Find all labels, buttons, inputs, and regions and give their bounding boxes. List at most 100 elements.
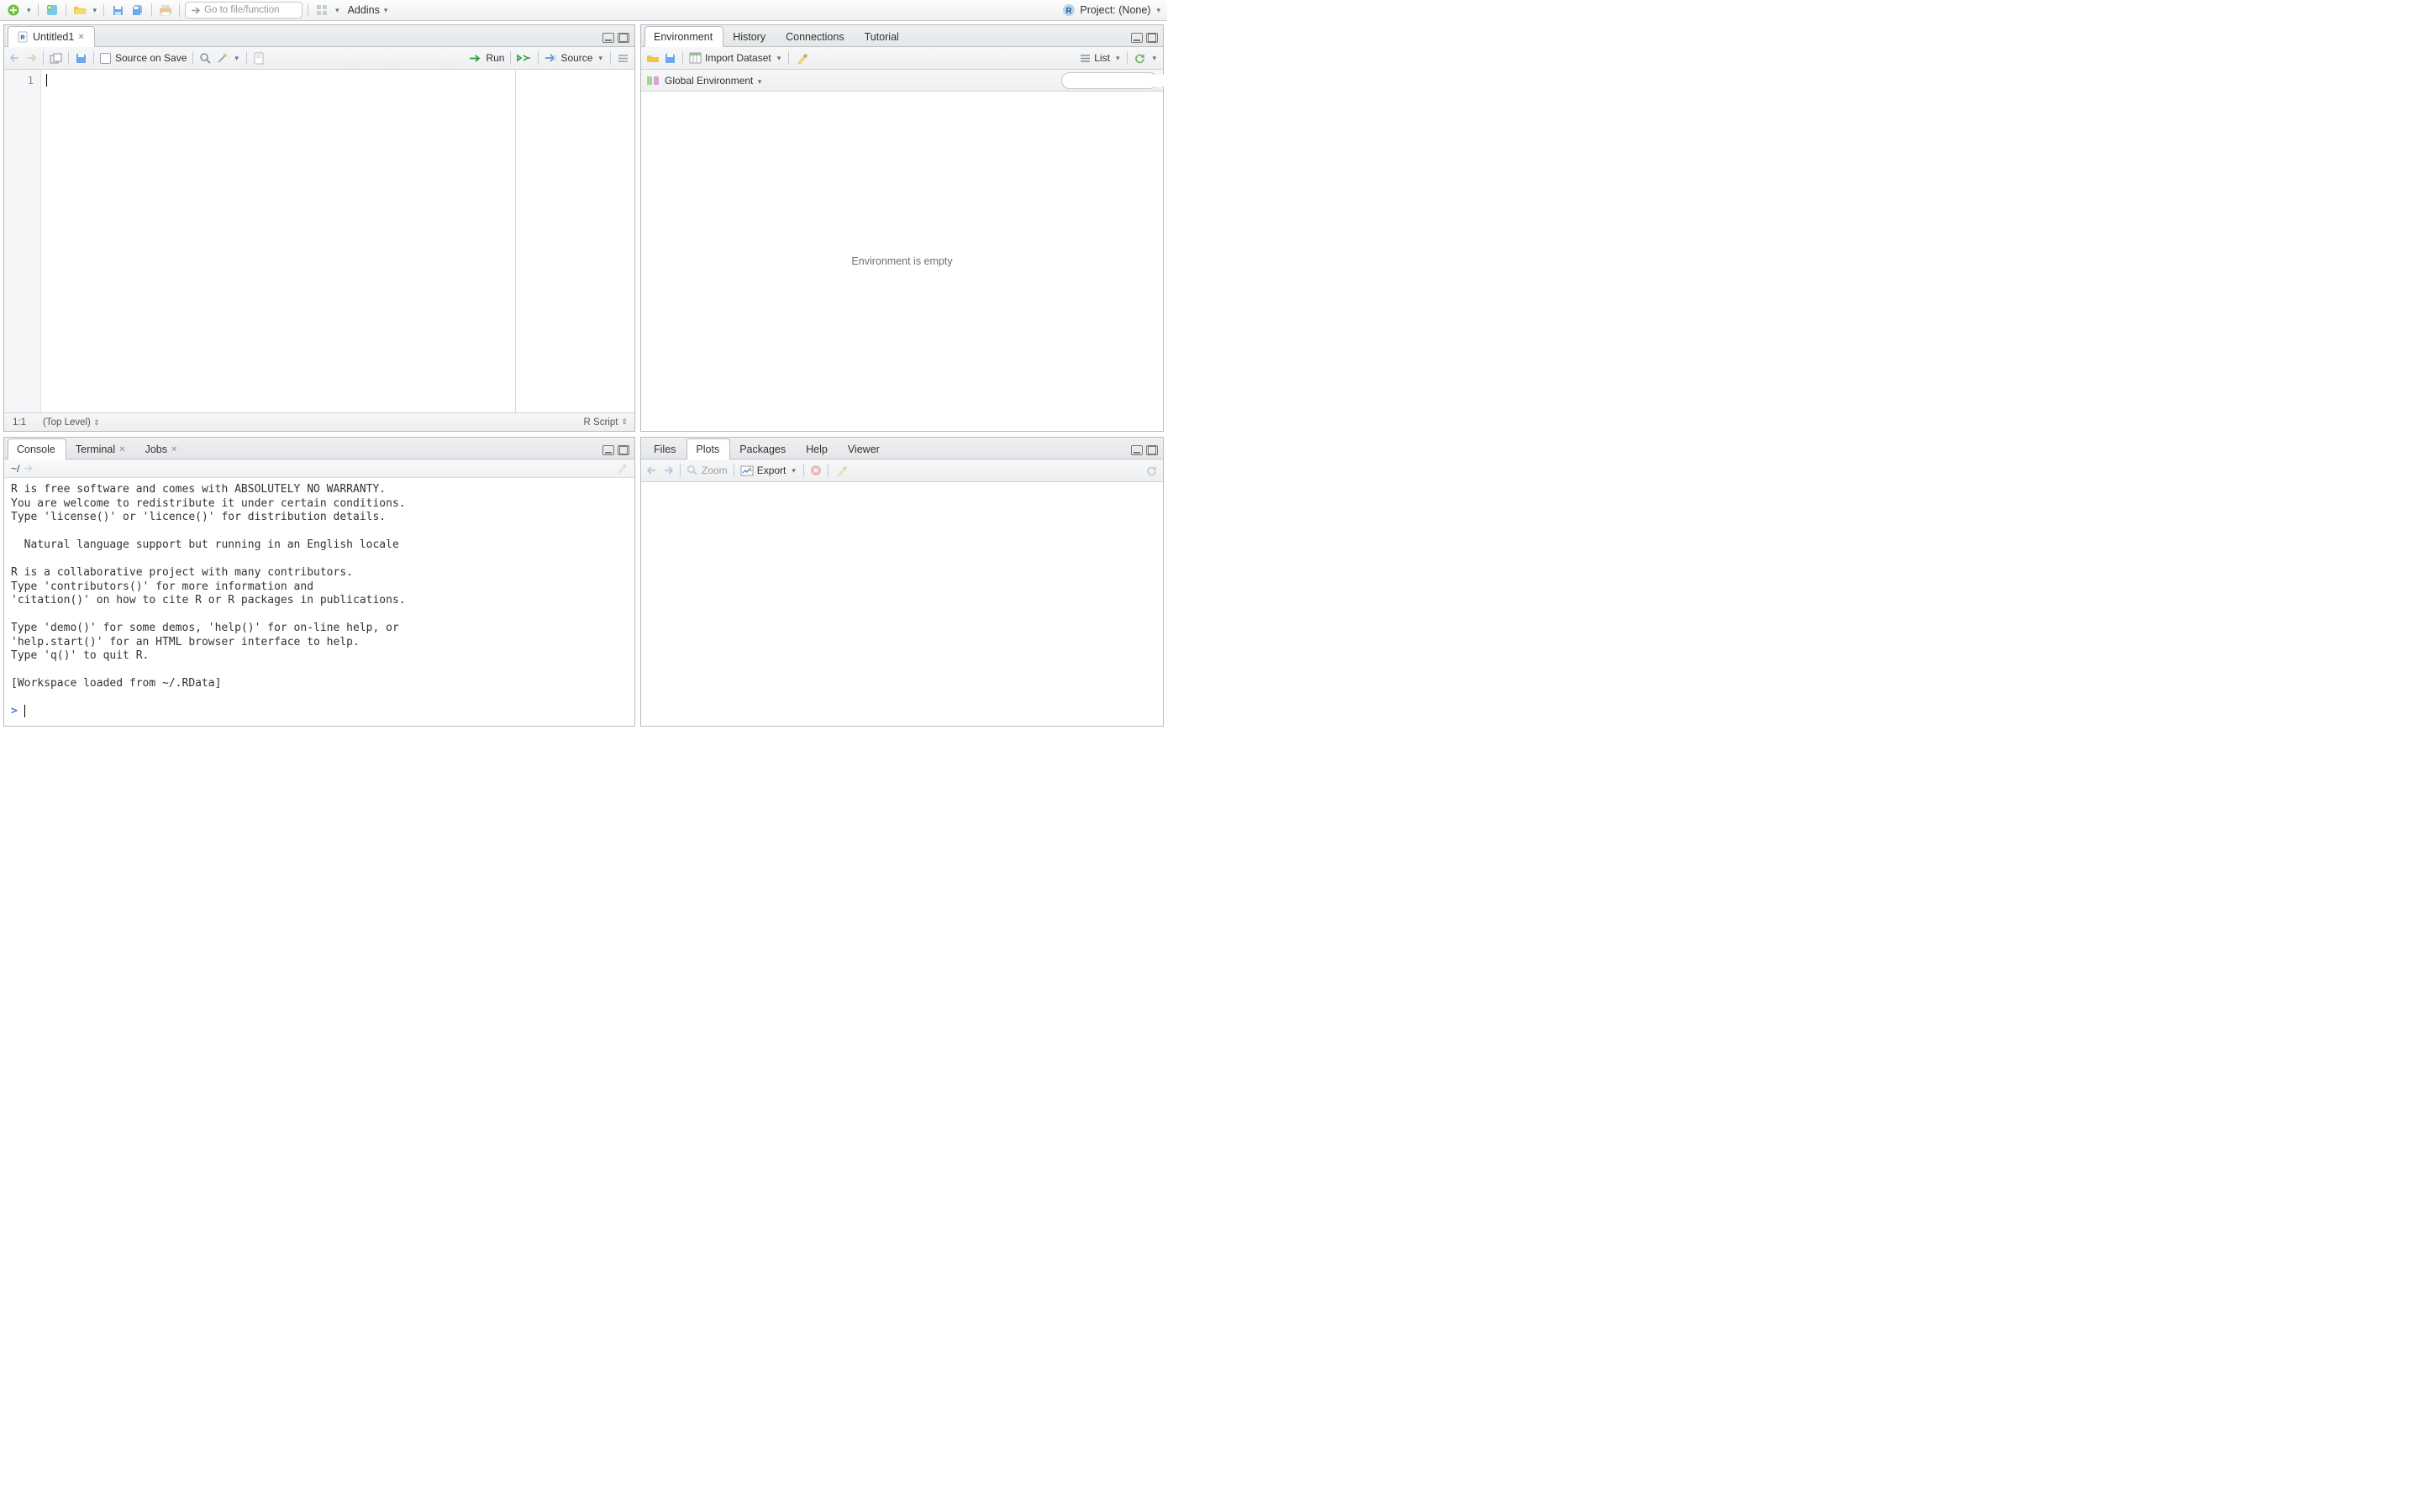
back-icon[interactable] [9,53,21,63]
grid-icon[interactable] [313,2,330,18]
tab-help[interactable]: Help [797,438,839,459]
file-type-picker[interactable]: R Script ⇕ [584,417,626,428]
close-icon[interactable]: × [171,444,176,454]
forward-icon[interactable] [25,53,37,63]
scope-icon [646,75,660,87]
clear-console-icon[interactable] [614,462,628,475]
source-tabs: R Untitled1 × [4,25,634,47]
tab-history[interactable]: History [723,26,776,47]
save-all-icon[interactable] [129,2,146,18]
tab-plots[interactable]: Plots [687,438,730,459]
source-on-save-checkbox[interactable] [100,53,111,64]
env-empty-message: Environment is empty [641,92,1163,431]
tab-terminal[interactable]: Terminal × [66,438,136,459]
new-project-icon[interactable] [44,2,60,18]
maximize-icon[interactable] [618,33,629,43]
find-icon[interactable] [199,52,212,65]
goto-arrow-icon [191,6,201,15]
cursor-position[interactable]: 1:1 [13,417,26,428]
r-logo-icon: R [1062,3,1076,17]
env-search-input[interactable] [1061,72,1158,89]
wand-icon[interactable] [216,52,229,65]
plot-back-icon[interactable] [646,465,658,475]
report-icon[interactable] [253,52,265,65]
zoom-button[interactable]: Zoom [687,465,728,476]
addins-menu[interactable]: Addins▾ [345,4,393,16]
svg-text:R: R [21,35,25,41]
save-icon[interactable] [109,2,126,18]
minimize-icon[interactable] [1131,445,1143,455]
minimize-icon[interactable] [1131,33,1143,43]
export-button[interactable]: Export [740,465,786,476]
console-output[interactable]: R is free software and comes with ABSOLU… [4,478,634,726]
env-tabs: Environment History Connections Tutorial [641,25,1163,47]
refresh-icon[interactable] [1134,52,1146,65]
tab-files[interactable]: Files [644,438,687,459]
open-recent-menu-icon[interactable]: ▾ [92,6,99,15]
clear-workspace-icon[interactable] [795,52,808,65]
new-file-menu-icon[interactable]: ▾ [25,6,33,15]
import-menu-icon[interactable]: ▾ [776,54,783,63]
console-prompt: > [11,705,18,717]
wand-menu-icon[interactable]: ▾ [233,54,240,63]
project-menu[interactable]: R Project: (None)▾ [1062,3,1162,17]
tab-console[interactable]: Console [8,438,66,459]
goto-file-input[interactable]: Go to file/function [185,2,302,18]
new-file-icon[interactable] [5,2,22,18]
run-button[interactable]: Run [469,52,504,64]
maximize-icon[interactable] [1146,33,1158,43]
plot-forward-icon[interactable] [662,465,674,475]
close-icon[interactable]: × [78,32,83,42]
console-working-dir[interactable]: ~/ [11,463,19,475]
refresh-plot-icon[interactable] [1145,465,1158,477]
list-view-picker[interactable]: List [1080,52,1110,64]
clear-plots-icon[interactable] [834,465,848,477]
source-menu-icon[interactable]: ▾ [597,54,604,63]
save-source-icon[interactable] [75,52,87,65]
line-gutter: 1 [4,70,41,412]
outline-icon[interactable] [617,53,629,64]
tab-environment[interactable]: Environment [644,26,723,47]
goto-dir-icon[interactable] [23,464,34,473]
plots-tabs: Files Plots Packages Help Viewer [641,438,1163,459]
import-dataset-button[interactable]: Import Dataset [689,52,771,64]
tab-packages[interactable]: Packages [730,438,797,459]
main-toolbar: ▾ ▾ Go to file/function ▾ Addins▾ R Proj… [0,0,1167,21]
source-tab-untitled1[interactable]: R Untitled1 × [8,26,95,47]
close-icon[interactable]: × [119,444,124,454]
rerun-icon[interactable] [517,53,532,63]
console-pathbar: ~/ [4,459,634,478]
source-on-save-label[interactable]: Source on Save [115,52,187,64]
console-pane: Console Terminal × Jobs × ~/ R is free s… [3,437,635,727]
goto-placeholder: Go to file/function [204,5,280,15]
svg-text:R: R [1066,7,1073,16]
remove-plot-icon[interactable] [810,465,822,476]
margin-ruler [515,70,516,412]
list-menu-icon[interactable]: ▾ [1114,54,1122,63]
minimize-icon[interactable] [602,33,614,43]
save-workspace-icon[interactable] [664,52,676,65]
tab-connections[interactable]: Connections [776,26,855,47]
refresh-menu-icon[interactable]: ▾ [1150,54,1158,63]
maximize-icon[interactable] [618,445,629,455]
popout-icon[interactable] [50,53,62,64]
editor-text[interactable] [41,70,634,412]
scope-picker[interactable]: Global Environment ▾ [665,75,763,87]
scope-picker[interactable]: (Top Level) ⇕ [43,417,98,428]
minimize-icon[interactable] [602,445,614,455]
source-statusbar: 1:1 (Top Level) ⇕ R Script ⇕ [4,412,634,431]
open-file-icon[interactable] [71,2,88,18]
source-button[interactable]: Source [544,52,592,64]
export-menu-icon[interactable]: ▾ [790,466,797,475]
grid-menu-icon[interactable]: ▾ [334,6,341,15]
maximize-icon[interactable] [1146,445,1158,455]
env-toolbar: Import Dataset ▾ List ▾ ▾ [641,47,1163,70]
source-toolbar: Source on Save ▾ Run Source ▾ [4,47,634,70]
tab-jobs[interactable]: Jobs × [136,438,188,459]
tab-tutorial[interactable]: Tutorial [855,26,910,47]
print-icon[interactable] [157,2,174,18]
editor-area[interactable]: 1 [4,70,634,412]
load-workspace-icon[interactable] [646,52,660,64]
r-script-icon: R [17,31,29,43]
tab-viewer[interactable]: Viewer [839,438,891,459]
